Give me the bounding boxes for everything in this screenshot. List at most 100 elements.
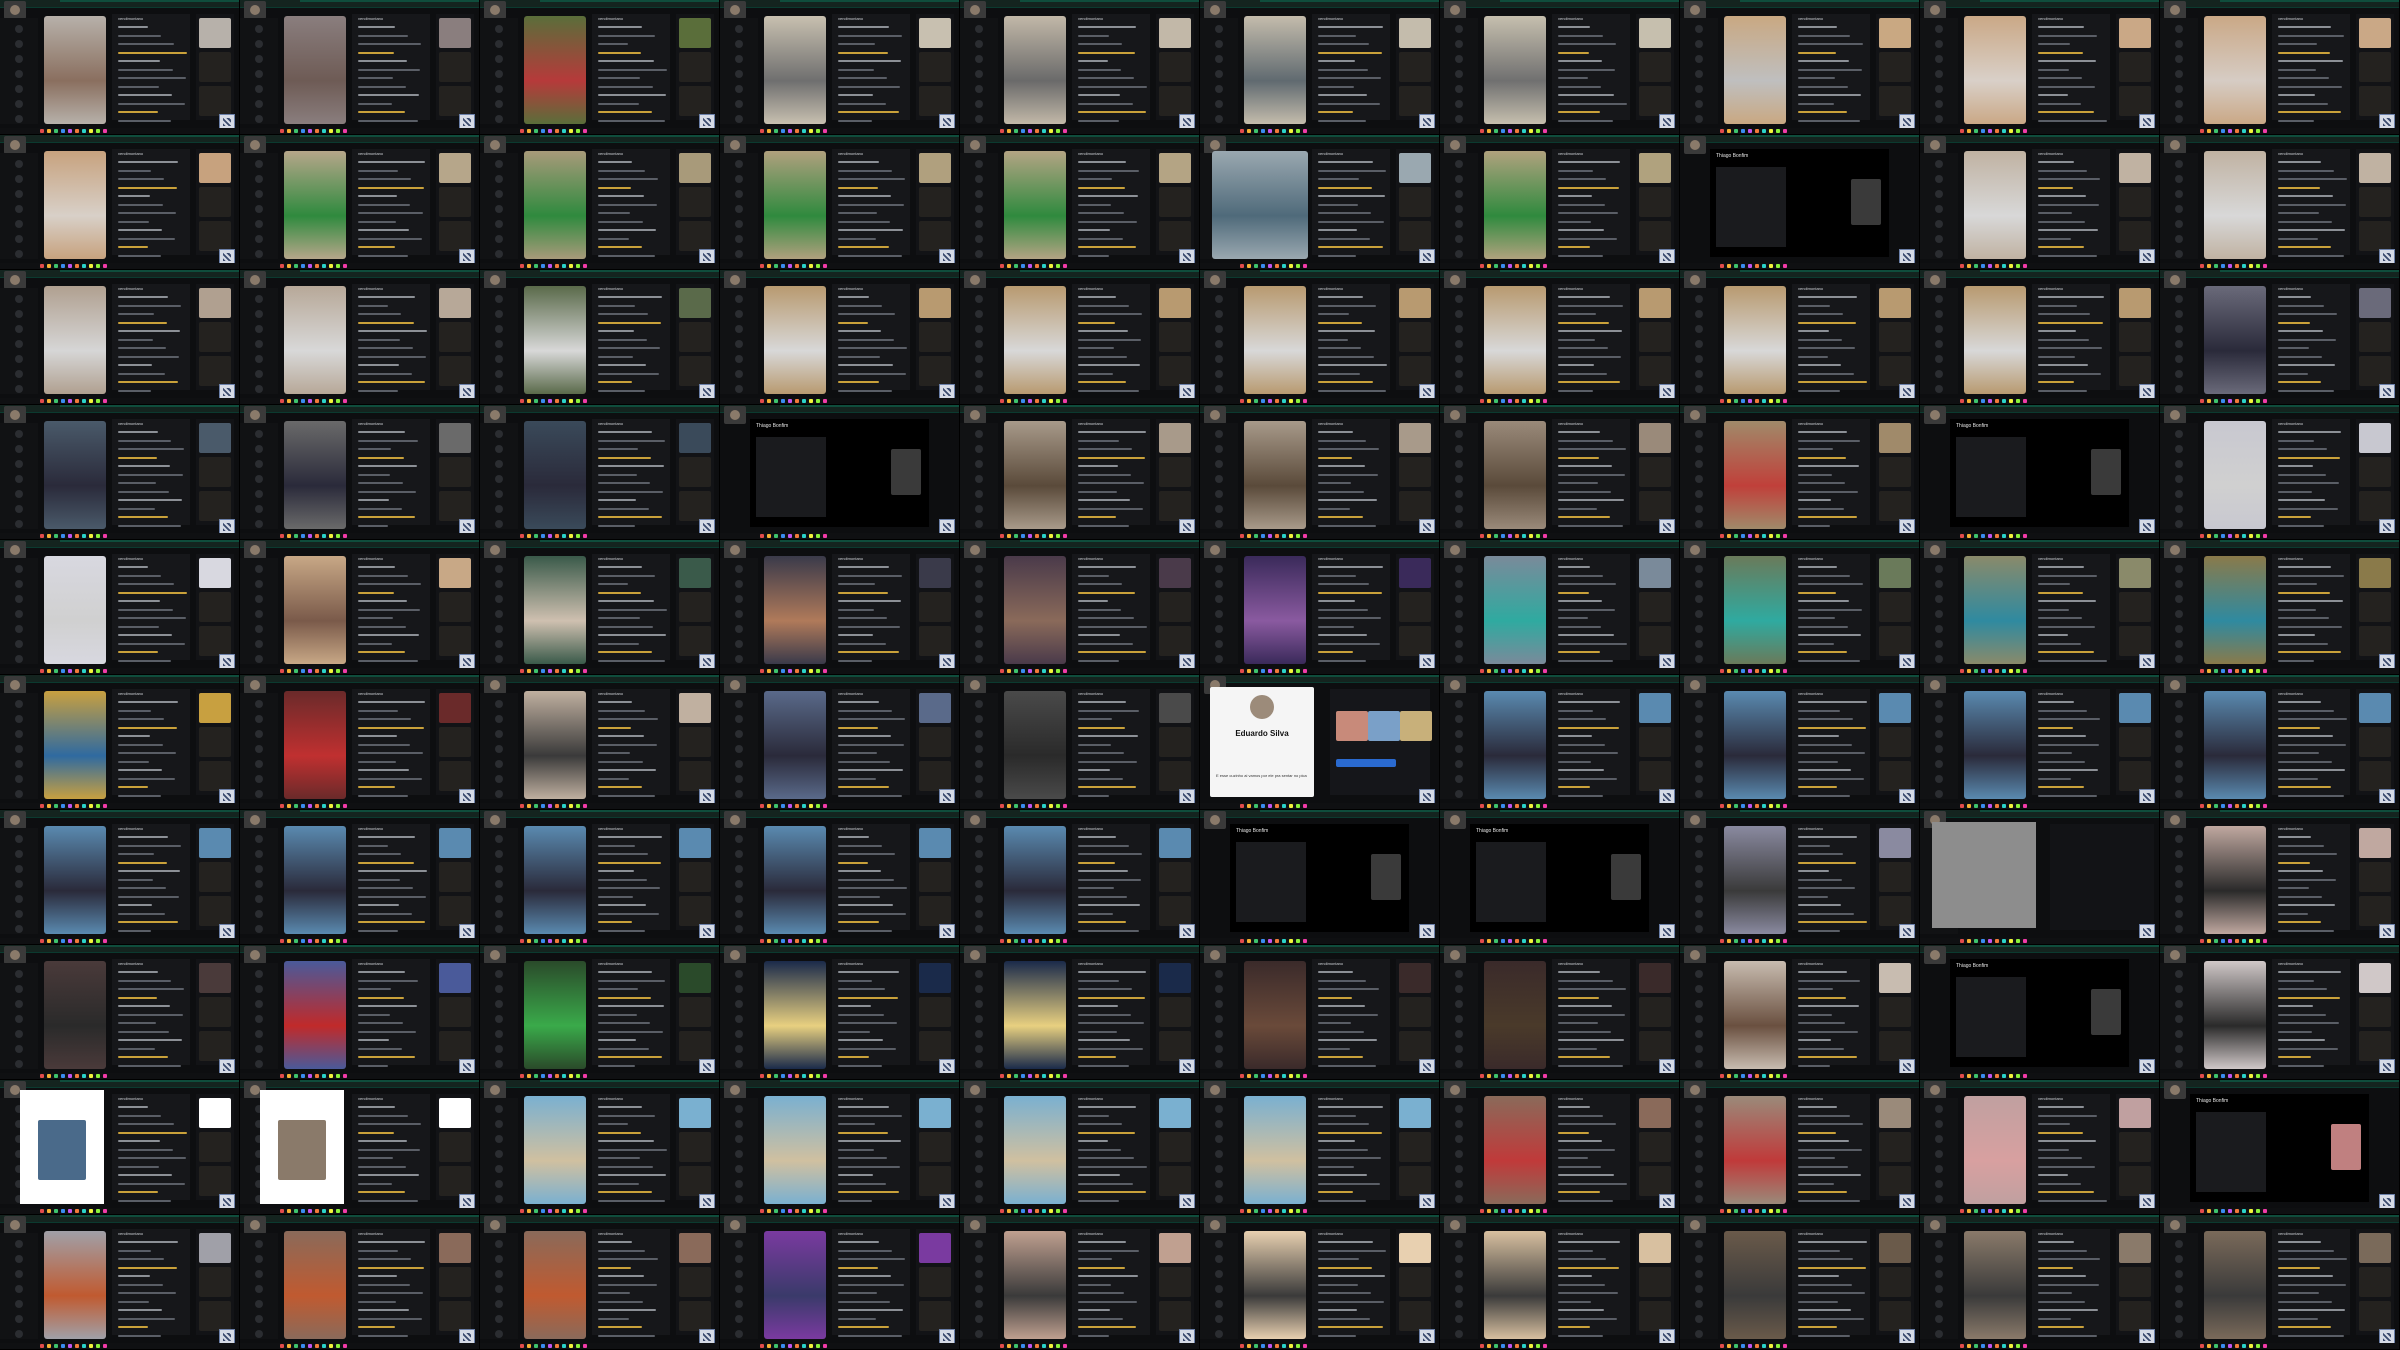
- dock-app-icon[interactable]: [1021, 1209, 1025, 1213]
- dock-app-icon[interactable]: [1501, 129, 1505, 133]
- rail-icon[interactable]: [1455, 1180, 1463, 1188]
- suggested-stream-thumb[interactable]: [1399, 1031, 1431, 1061]
- dock-app-icon[interactable]: [61, 1209, 65, 1213]
- suggested-stream-thumb[interactable]: [199, 457, 231, 487]
- dock-app-icon[interactable]: [548, 264, 552, 268]
- dock-app-icon[interactable]: [308, 1209, 312, 1213]
- dock-app-icon[interactable]: [40, 534, 44, 538]
- rail-icon[interactable]: [2175, 430, 2183, 438]
- stream-video[interactable]: [1484, 1231, 1546, 1339]
- dock-app-icon[interactable]: [2221, 129, 2225, 133]
- rail-icon[interactable]: [2175, 925, 2183, 933]
- dock-app-icon[interactable]: [2249, 939, 2253, 943]
- dock-app-icon[interactable]: [1967, 939, 1971, 943]
- dock-app-icon[interactable]: [534, 264, 538, 268]
- rail-icon[interactable]: [2175, 625, 2183, 633]
- stream-video[interactable]: [1244, 1231, 1306, 1339]
- rail-icon[interactable]: [495, 895, 503, 903]
- rail-icon[interactable]: [1695, 460, 1703, 468]
- suggested-stream-thumb[interactable]: [1639, 153, 1671, 183]
- rail-icon[interactable]: [1215, 1330, 1223, 1338]
- dock-app-icon[interactable]: [1501, 669, 1505, 673]
- dock-app-icon[interactable]: [287, 669, 291, 673]
- dock-app-icon[interactable]: [301, 804, 305, 808]
- dock-app-icon[interactable]: [1769, 669, 1773, 673]
- dock-app-icon[interactable]: [1960, 1209, 1964, 1213]
- rail-icon[interactable]: [1695, 1180, 1703, 1188]
- dock-app-icon[interactable]: [54, 264, 58, 268]
- suggested-stream-thumb[interactable]: [439, 1301, 471, 1331]
- dock-app-icon[interactable]: [548, 129, 552, 133]
- dock-app-icon[interactable]: [1734, 129, 1738, 133]
- dock-app-icon[interactable]: [1063, 1209, 1067, 1213]
- dock-app-icon[interactable]: [576, 534, 580, 538]
- dock-app-icon[interactable]: [1487, 1074, 1491, 1078]
- suggested-stream-thumb[interactable]: [919, 828, 951, 858]
- screenshot-tile[interactable]: vendimontano: [2160, 1215, 2400, 1350]
- rail-icon[interactable]: [2175, 715, 2183, 723]
- dock-app-icon[interactable]: [1042, 399, 1046, 403]
- rail-icon[interactable]: [2175, 775, 2183, 783]
- rail-icon[interactable]: [1695, 895, 1703, 903]
- dock-app-icon[interactable]: [809, 129, 813, 133]
- rail-icon[interactable]: [495, 355, 503, 363]
- rail-icon[interactable]: [495, 115, 503, 123]
- dock-app-icon[interactable]: [1049, 129, 1053, 133]
- dock-app-icon[interactable]: [1522, 264, 1526, 268]
- dock-app-icon[interactable]: [520, 129, 524, 133]
- dock-app-icon[interactable]: [1967, 534, 1971, 538]
- rail-icon[interactable]: [1215, 1180, 1223, 1188]
- suggested-stream-thumb[interactable]: [439, 18, 471, 48]
- dock-app-icon[interactable]: [2221, 1209, 2225, 1213]
- stream-video[interactable]: [1964, 1231, 2026, 1339]
- rail-icon[interactable]: [975, 475, 983, 483]
- dock-app-icon[interactable]: [576, 804, 580, 808]
- rail-icon[interactable]: [15, 490, 23, 498]
- rail-icon[interactable]: [735, 745, 743, 753]
- dock-app-icon[interactable]: [562, 534, 566, 538]
- dock-app-icon[interactable]: [1303, 1209, 1307, 1213]
- rail-icon[interactable]: [1695, 565, 1703, 573]
- dock-app-icon[interactable]: [2221, 804, 2225, 808]
- screenshot-tile[interactable]: vendimontano: [0, 1215, 240, 1350]
- suggested-stream-thumb[interactable]: [1399, 221, 1431, 251]
- dock-app-icon[interactable]: [2023, 399, 2027, 403]
- dock-app-icon[interactable]: [555, 939, 559, 943]
- rail-icon[interactable]: [495, 1330, 503, 1338]
- rail-icon[interactable]: [975, 835, 983, 843]
- suggested-stream-thumb[interactable]: [919, 558, 951, 588]
- suggested-stream-thumb[interactable]: [2119, 18, 2151, 48]
- suggested-stream-thumb[interactable]: [2119, 693, 2151, 723]
- dock-app-icon[interactable]: [1007, 939, 1011, 943]
- rail-icon[interactable]: [1455, 445, 1463, 453]
- suggested-stream-thumb[interactable]: [2119, 626, 2151, 656]
- rail-icon[interactable]: [1215, 985, 1223, 993]
- rail-icon[interactable]: [2175, 580, 2183, 588]
- dock-app-icon[interactable]: [1967, 1209, 1971, 1213]
- rail-icon[interactable]: [15, 700, 23, 708]
- rail-icon[interactable]: [1455, 430, 1463, 438]
- dock-app-icon[interactable]: [2002, 1209, 2006, 1213]
- dock-app-icon[interactable]: [2228, 669, 2232, 673]
- dock-app-icon[interactable]: [2002, 264, 2006, 268]
- rail-icon[interactable]: [495, 205, 503, 213]
- screenshot-tile[interactable]: vendimontano: [720, 945, 960, 1080]
- rail-icon[interactable]: [735, 1030, 743, 1038]
- rail-icon[interactable]: [15, 730, 23, 738]
- dock-app-icon[interactable]: [2221, 939, 2225, 943]
- dock-app-icon[interactable]: [562, 264, 566, 268]
- suggested-stream-thumb[interactable]: [199, 52, 231, 82]
- suggested-stream-thumb[interactable]: [2119, 592, 2151, 622]
- rail-icon[interactable]: [735, 595, 743, 603]
- dock-app-icon[interactable]: [2023, 1209, 2027, 1213]
- rail-icon[interactable]: [255, 100, 263, 108]
- rail-icon[interactable]: [495, 520, 503, 528]
- rail-icon[interactable]: [1695, 340, 1703, 348]
- rail-icon[interactable]: [255, 835, 263, 843]
- suggested-stream-thumb[interactable]: [199, 592, 231, 622]
- dock-app-icon[interactable]: [795, 264, 799, 268]
- stream-video[interactable]: [2204, 961, 2266, 1069]
- rail-icon[interactable]: [1455, 1165, 1463, 1173]
- rail-icon[interactable]: [495, 40, 503, 48]
- rail-icon[interactable]: [975, 115, 983, 123]
